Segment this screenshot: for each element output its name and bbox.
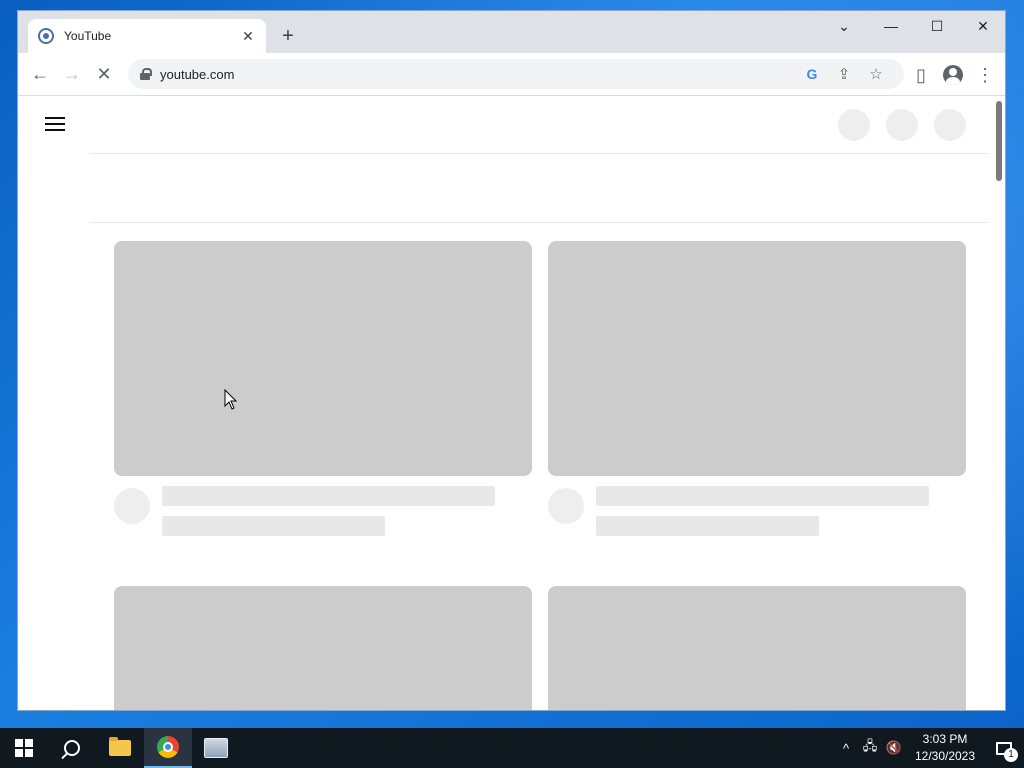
windows-logo-icon <box>15 739 33 757</box>
header-divider <box>90 153 989 154</box>
side-panel-icon[interactable]: ▯ <box>905 59 937 91</box>
header-placeholder-circle <box>934 109 966 141</box>
lock-icon[interactable] <box>140 68 152 80</box>
file-explorer-button[interactable] <box>96 728 144 768</box>
forward-button[interactable]: → <box>56 58 88 90</box>
notification-count-badge: 1 <box>1004 748 1018 762</box>
minimize-button[interactable]: — <box>868 11 914 41</box>
network-icon[interactable]: 🖧 <box>858 737 882 759</box>
browser-toolbar: ← → ✕ youtube.com G ⇪ ☆ ▯ ⋮ <box>18 53 1005 96</box>
tab-close-icon[interactable]: ✕ <box>240 28 256 45</box>
taskbar: ^ 🖧 🔇 3:03 PM 12/30/2023 1 <box>0 728 1024 768</box>
search-icon <box>64 740 80 756</box>
profile-button[interactable] <box>937 59 969 91</box>
new-tab-button[interactable]: + <box>276 24 300 48</box>
page-scrollbar-thumb[interactable] <box>996 101 1002 181</box>
youtube-page <box>18 97 1005 710</box>
tab-strip: YouTube ✕ + ⌄ — ☐ ✕ <box>18 11 1005 53</box>
header-placeholder-circle <box>838 109 870 141</box>
browser-menu-icon[interactable]: ⋮ <box>969 59 1001 91</box>
system-tray: ^ 🖧 🔇 3:03 PM 12/30/2023 1 <box>834 728 1024 768</box>
clock-time: 3:03 PM <box>922 732 968 746</box>
header-placeholder-circle <box>886 109 918 141</box>
action-center-button[interactable]: 1 <box>984 728 1024 768</box>
address-bar[interactable]: youtube.com G ⇪ ☆ <box>128 59 904 89</box>
tab-youtube[interactable]: YouTube ✕ <box>28 19 266 53</box>
close-window-button[interactable]: ✕ <box>960 11 1005 41</box>
channel-avatar-placeholder <box>114 488 150 524</box>
channel-avatar-placeholder <box>548 488 584 524</box>
search-button[interactable] <box>48 728 96 768</box>
loading-spinner-icon <box>38 28 54 44</box>
folder-icon <box>109 737 131 756</box>
title-line-placeholder <box>162 486 495 506</box>
profile-avatar-icon <box>943 65 963 85</box>
url-text[interactable]: youtube.com <box>160 67 796 82</box>
tab-search-button[interactable]: ⌄ <box>821 11 867 41</box>
app-window-icon <box>204 738 228 758</box>
video-thumbnail-placeholder[interactable] <box>548 241 966 476</box>
app-taskbar-button[interactable] <box>192 728 240 768</box>
tab-title: YouTube <box>64 29 112 43</box>
maximize-button[interactable]: ☐ <box>914 11 960 41</box>
title-line-placeholder <box>596 486 929 506</box>
show-hidden-icons-chevron-icon[interactable]: ^ <box>834 741 858 756</box>
subtitle-line-placeholder <box>596 516 819 536</box>
subtitle-line-placeholder <box>162 516 385 536</box>
browser-window: YouTube ✕ + ⌄ — ☐ ✕ ← → ✕ youtube.com G … <box>17 10 1006 711</box>
start-button[interactable] <box>0 728 48 768</box>
bookmark-star-icon[interactable]: ☆ <box>860 65 892 83</box>
video-thumbnail-placeholder[interactable] <box>114 586 532 710</box>
video-thumbnail-placeholder[interactable] <box>548 586 966 710</box>
google-lens-icon[interactable]: G <box>796 66 828 82</box>
back-button[interactable]: ← <box>24 58 56 90</box>
chrome-icon <box>157 736 179 758</box>
chips-divider <box>90 222 989 223</box>
clock[interactable]: 3:03 PM 12/30/2023 <box>906 731 984 765</box>
clock-date: 12/30/2023 <box>914 749 976 763</box>
volume-muted-icon[interactable]: 🔇 <box>882 740 906 756</box>
chrome-taskbar-button[interactable] <box>144 728 192 768</box>
hamburger-menu-icon[interactable] <box>45 117 65 131</box>
share-icon[interactable]: ⇪ <box>828 65 860 83</box>
mouse-pointer-icon <box>224 389 238 410</box>
stop-loading-button[interactable]: ✕ <box>88 58 120 90</box>
video-thumbnail-placeholder[interactable] <box>114 241 532 476</box>
